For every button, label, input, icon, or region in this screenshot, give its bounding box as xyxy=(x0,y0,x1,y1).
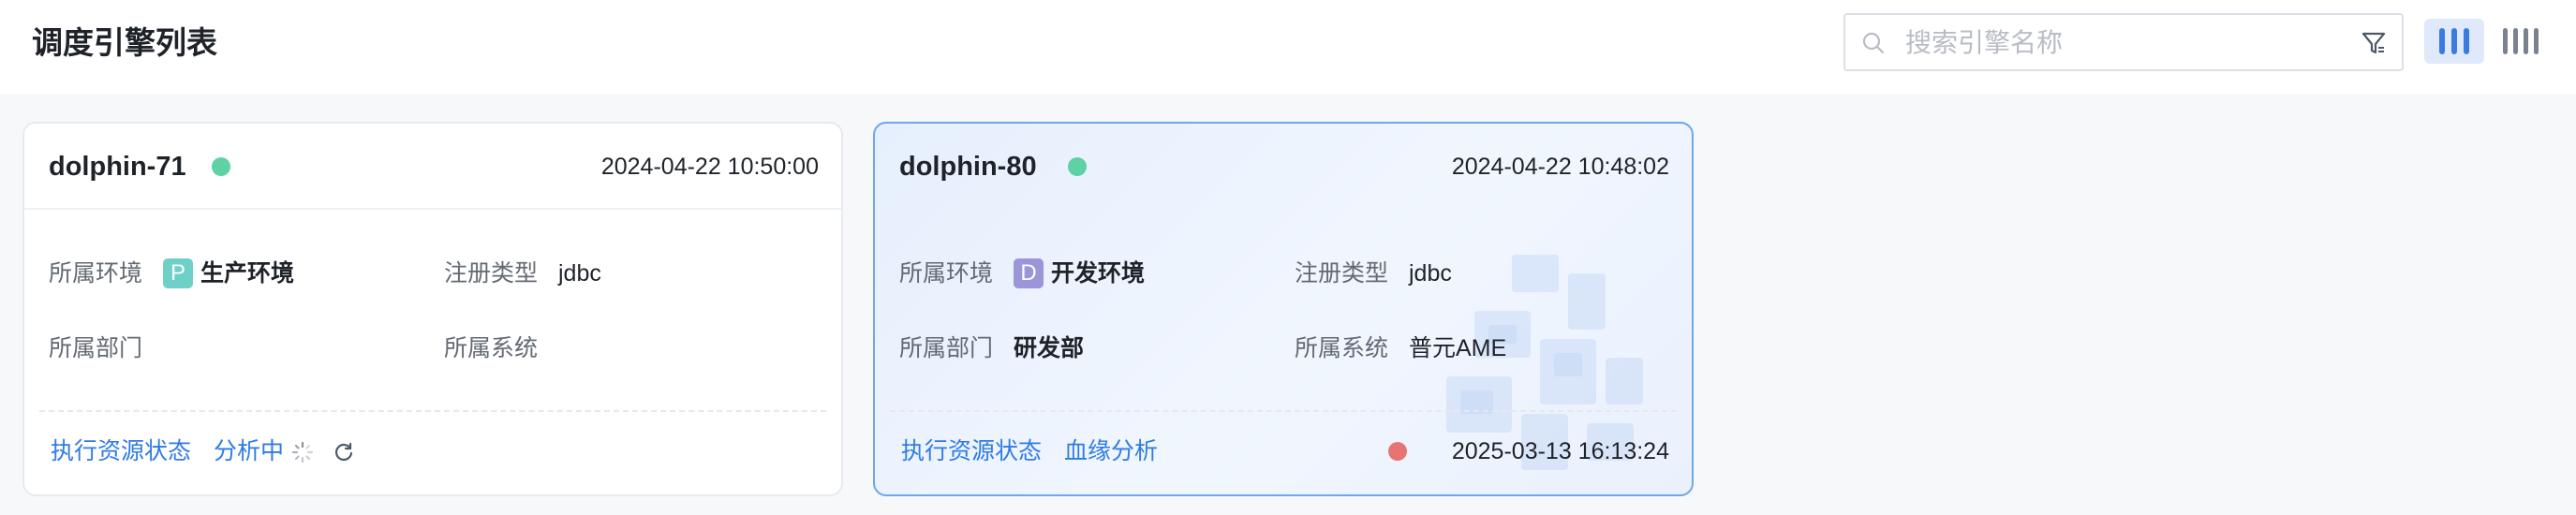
reg-type-label: 注册类型 xyxy=(444,260,539,287)
dept-value: 研发部 xyxy=(1014,335,1085,361)
lineage-analysis-link[interactable]: 血缘分析 xyxy=(1064,434,1158,468)
engine-name: dolphin-71 xyxy=(49,152,186,182)
engine-card-selected[interactable]: dolphin-80 2024-04-22 10:48:02 所属环境 D 开发… xyxy=(873,122,1694,496)
env-value: 生产环境 xyxy=(200,260,295,287)
three-column-icon xyxy=(2439,28,2469,54)
page-header: 调度引擎列表 xyxy=(0,0,2576,94)
env-label: 所属环境 xyxy=(899,260,994,287)
dept-label: 所属部门 xyxy=(49,335,143,361)
four-column-view-button[interactable] xyxy=(2492,19,2552,64)
created-time: 2024-04-22 10:50:00 xyxy=(600,154,819,180)
card-footer-divider xyxy=(890,410,1677,412)
page-title: 调度引擎列表 xyxy=(32,25,217,60)
env-value: 开发环境 xyxy=(1051,260,1146,287)
reg-type-value: jdbc xyxy=(558,260,601,287)
env-badge: D xyxy=(1014,258,1044,288)
reg-type-label: 注册类型 xyxy=(1295,260,1389,287)
online-status-dot xyxy=(1068,157,1087,176)
search-input[interactable] xyxy=(1903,22,2319,64)
card-footer-divider xyxy=(39,410,826,412)
analyzing-link[interactable]: 分析中 xyxy=(214,434,284,468)
engine-name: dolphin-80 xyxy=(899,152,1037,182)
created-time: 2024-04-22 10:48:02 xyxy=(1451,154,1669,180)
search-box[interactable] xyxy=(1843,13,2404,71)
system-label: 所属系统 xyxy=(444,335,539,361)
resource-status-link[interactable]: 执行资源状态 xyxy=(901,434,1042,468)
lineage-time: 2025-03-13 16:13:24 xyxy=(1451,438,1669,464)
lineage-status-dot xyxy=(1388,442,1407,461)
system-label: 所属系统 xyxy=(1295,335,1389,361)
resource-status-link[interactable]: 执行资源状态 xyxy=(51,434,191,468)
env-badge: P xyxy=(163,258,193,288)
refresh-icon[interactable] xyxy=(332,440,356,464)
system-value: 普元AME xyxy=(1409,335,1507,361)
engine-card[interactable]: dolphin-71 2024-04-22 10:50:00 所属环境 P 生产… xyxy=(22,122,843,496)
four-column-icon xyxy=(2503,28,2539,54)
three-column-view-button[interactable] xyxy=(2424,19,2484,64)
loading-spinner-icon xyxy=(291,441,314,464)
env-label: 所属环境 xyxy=(49,260,143,287)
filter-icon[interactable] xyxy=(2359,28,2389,58)
online-status-dot xyxy=(212,157,230,176)
dept-label: 所属部门 xyxy=(899,335,994,361)
card-header-divider xyxy=(24,208,841,210)
reg-type-value: jdbc xyxy=(1409,260,1452,287)
search-icon xyxy=(1862,32,1885,54)
